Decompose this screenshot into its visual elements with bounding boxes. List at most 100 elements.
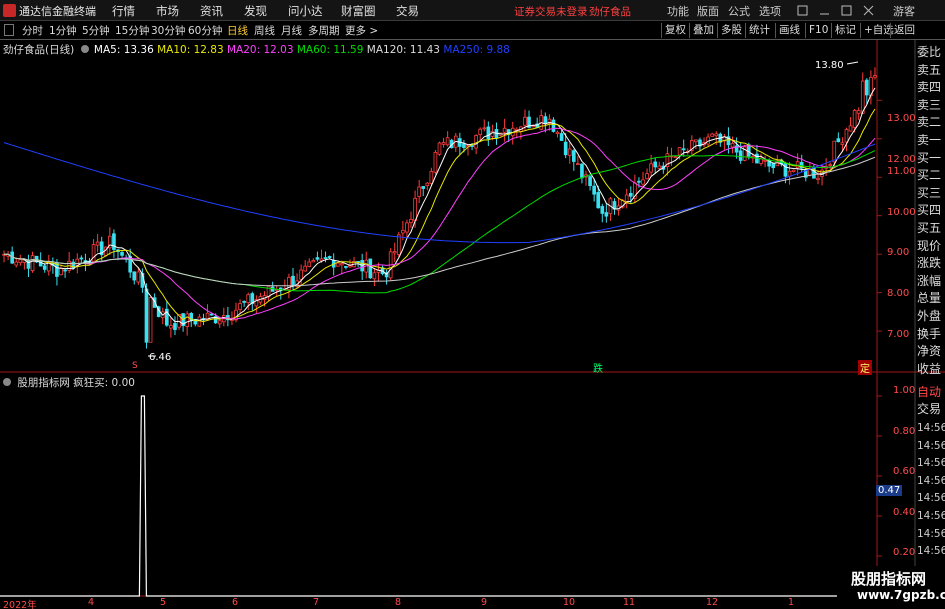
period-timeshare[interactable]: 分时 [22, 23, 43, 38]
candle-body [405, 222, 409, 233]
menu-quotes[interactable]: 行情 [112, 3, 135, 19]
candle-body [555, 131, 560, 135]
candle-body [291, 275, 295, 287]
candle-body [79, 257, 84, 260]
candle-body [323, 257, 328, 260]
candle-body [148, 297, 153, 343]
date-tick: 4 [88, 597, 95, 608]
candle-body [624, 194, 629, 203]
candle-body [185, 313, 189, 327]
legend-toggle-icon[interactable] [80, 45, 89, 53]
candle-body [18, 259, 23, 264]
candle-body [677, 147, 682, 156]
btn-stats[interactable]: 统计 [745, 23, 773, 38]
menu-layout[interactable]: 版面 [697, 3, 719, 19]
candle-body [873, 75, 877, 78]
period-5min[interactable]: 5分钟 [82, 23, 110, 38]
price-tick: 12.00 [887, 154, 916, 165]
menu-functions[interactable]: 功能 [667, 3, 689, 19]
order-book-label: 买五 [917, 220, 942, 235]
date-tick: 10 [563, 597, 576, 608]
menu-trade[interactable]: 交易 [396, 3, 419, 19]
menu-discover[interactable]: 发现 [244, 3, 267, 19]
period-weekly[interactable]: 周线 [254, 23, 275, 38]
candle-body [523, 116, 527, 126]
date-tick: 2022年 [3, 600, 37, 609]
candle-body [421, 186, 426, 189]
btn-multi-stock[interactable]: 多股 [717, 23, 745, 38]
menu-options[interactable]: 选项 [759, 3, 781, 19]
candle-body [401, 229, 405, 234]
auto-trade-label[interactable]: 自动 [917, 384, 945, 402]
panel-toggle-icon[interactable] [4, 24, 14, 36]
candle-body [844, 129, 849, 143]
kline-chart[interactable] [0, 40, 945, 609]
tick-time: 14:56 [917, 422, 945, 434]
tick-time: 14:56 [917, 492, 945, 505]
btn-adjust[interactable]: 复权 [661, 23, 689, 38]
indicator-title: 股朋指标网 疯狂买: 0.00 [17, 377, 135, 389]
candle-body [852, 110, 857, 128]
price-tick: 13.00 [887, 113, 916, 124]
trade-label-panel: 交易 [917, 401, 945, 419]
menu-icon [797, 5, 808, 16]
menu-news[interactable]: 资讯 [200, 3, 223, 19]
candle-body [307, 261, 312, 267]
btn-draw[interactable]: 画线 [775, 23, 803, 38]
period-monthly[interactable]: 月线 [281, 23, 302, 38]
high-marker-arrow [846, 61, 859, 65]
guest-label[interactable]: 游客 [893, 3, 915, 19]
menu-formula[interactable]: 公式 [728, 3, 750, 19]
indicator-tick: 0.60 [893, 466, 916, 477]
candle-body [836, 138, 841, 143]
btn-overlay[interactable]: 叠加 [689, 23, 717, 38]
order-book-label: 净资 [917, 344, 942, 359]
candle-body [628, 192, 633, 197]
stock-name-status: 劲仔食品 [589, 6, 631, 18]
order-book-label: 买三 [917, 185, 942, 200]
candle-body [478, 128, 483, 135]
menu-ask[interactable]: 问小达 [288, 3, 323, 19]
btn-back[interactable]: 返回 [890, 23, 918, 38]
date-tick: 8 [395, 597, 402, 608]
high-price-label: 13.80 [815, 60, 844, 71]
candle-body [580, 163, 584, 179]
candle-body [299, 269, 303, 280]
period-30min[interactable]: 30分钟 [151, 23, 185, 38]
btn-f10[interactable]: F10 [805, 23, 831, 38]
order-book-label: 收益 [917, 361, 942, 376]
period-daily[interactable]: 日线 [227, 23, 248, 38]
watermark-title: 股朋指标网 [851, 570, 927, 588]
candle-body [657, 165, 662, 169]
period-15min[interactable]: 15分钟 [115, 23, 149, 38]
order-book-label: 卖一 [917, 132, 942, 147]
low-price-label: 6.46 [149, 352, 172, 363]
maximize-icon [841, 5, 852, 16]
ma5-line [4, 87, 876, 325]
menu-wealth[interactable]: 财富圈 [341, 3, 376, 19]
candle-body [209, 313, 214, 316]
tick-time-list: 14:56 14:56 14:56 14:56 14:56 14:56 14:5… [917, 420, 945, 561]
period-60min[interactable]: 60分钟 [188, 23, 222, 38]
candle-body [828, 164, 833, 166]
candle-body [637, 180, 641, 183]
tick-time: 14:56 [917, 527, 945, 540]
tick-time: 14:56 [917, 457, 945, 470]
menu-market[interactable]: 市场 [156, 3, 179, 19]
candle-body [771, 163, 776, 169]
login-status[interactable]: 证券交易未登录 [514, 4, 588, 19]
date-tick: 7 [313, 597, 320, 608]
candle-body [59, 267, 63, 276]
btn-mark[interactable]: 标记 [831, 23, 859, 38]
order-book-label: 换手 [917, 326, 942, 341]
period-multi[interactable]: 多周期 [308, 23, 340, 38]
period-more[interactable]: 更多 > [345, 23, 378, 38]
auto-trade-panel[interactable]: 自动 [917, 384, 945, 402]
period-1min[interactable]: 1分钟 [49, 23, 77, 38]
date-tick: 9 [481, 597, 488, 608]
indicator-toggle-icon[interactable] [3, 378, 11, 386]
order-book-label: 买二 [917, 168, 942, 183]
window-controls [797, 5, 874, 16]
indicator-tick: 0.40 [893, 507, 916, 518]
candle-body [502, 127, 507, 133]
